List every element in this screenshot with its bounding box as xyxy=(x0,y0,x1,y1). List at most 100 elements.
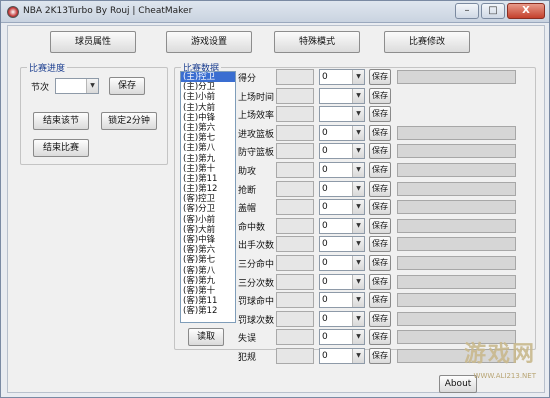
stat-slider[interactable] xyxy=(397,311,516,326)
player-list-item[interactable]: (客)第八 xyxy=(181,266,235,276)
stat-value-select[interactable]: 0 ▼ xyxy=(319,217,365,234)
read-button[interactable]: 读取 xyxy=(188,328,224,346)
stat-value-select[interactable]: 0 ▼ xyxy=(319,348,365,364)
stat-save-button[interactable]: 保存 xyxy=(369,310,391,327)
stat-value-select[interactable]: 0 ▼ xyxy=(319,236,365,253)
stat-slider[interactable] xyxy=(397,125,516,140)
player-list-item[interactable]: (客)大前 xyxy=(181,225,235,235)
player-list-item[interactable]: (客)第12 xyxy=(181,306,235,316)
player-list-item[interactable]: (主)第12 xyxy=(181,184,235,194)
player-list-item[interactable]: (主)分卫 xyxy=(181,82,235,92)
close-button[interactable]: X xyxy=(507,3,545,19)
stat-value-select[interactable]: 0 ▼ xyxy=(319,273,365,290)
stat-slider[interactable] xyxy=(397,218,516,233)
stat-slider[interactable] xyxy=(397,200,516,215)
stat-save-button[interactable]: 保存 xyxy=(369,106,391,123)
stat-save-button[interactable]: 保存 xyxy=(369,236,391,253)
app-logo-icon xyxy=(7,6,19,18)
stat-slider[interactable] xyxy=(397,70,516,84)
player-list[interactable]: (主)控卫 (主)分卫 (主)小前 (主)大前 (主)中锋 (主)第六 (主)第七 (主)第八… xyxy=(180,71,236,323)
stat-save-button[interactable]: 保存 xyxy=(369,180,391,197)
player-list-item[interactable]: (客)第七 xyxy=(181,255,235,265)
stat-save-button[interactable]: 保存 xyxy=(369,199,391,216)
player-list-item[interactable]: (主)第六 xyxy=(181,123,235,133)
stat-value-select[interactable]: 0 ▼ xyxy=(319,180,365,197)
stat-slider[interactable] xyxy=(397,163,516,177)
stat-save-button[interactable]: 保存 xyxy=(369,348,391,364)
tab-game-settings[interactable]: 游戏设置 xyxy=(166,31,252,53)
stat-current-value xyxy=(276,87,314,104)
player-list-item[interactable]: (主)第11 xyxy=(181,174,235,184)
stat-save-button[interactable]: 保存 xyxy=(369,292,391,309)
title-bar[interactable]: NBA 2K13Turbo By Rouj | CheatMaker – □ X xyxy=(1,1,549,23)
stat-row: 上场时间 ▼ 保存 xyxy=(238,87,528,104)
player-list-item[interactable]: (主)第十 xyxy=(181,164,235,174)
stat-save-button[interactable]: 保存 xyxy=(369,69,391,85)
stat-current-value xyxy=(276,292,314,309)
stat-value-select[interactable]: 0 ▼ xyxy=(319,69,365,85)
stat-slider[interactable] xyxy=(397,237,516,252)
stat-value-select[interactable]: 0 ▼ xyxy=(319,124,365,141)
quarter-select[interactable]: ▼ xyxy=(55,78,99,94)
stat-slider[interactable] xyxy=(397,181,516,196)
stat-save-button[interactable]: 保存 xyxy=(369,255,391,271)
player-list-item[interactable]: (主)第七 xyxy=(181,133,235,143)
player-list-item[interactable]: (客)第11 xyxy=(181,296,235,306)
minimize-button[interactable]: – xyxy=(455,3,479,19)
stat-current-value xyxy=(276,180,314,197)
end-quarter-button[interactable]: 结束该节 xyxy=(33,112,89,130)
player-list-item[interactable]: (主)大前 xyxy=(181,103,235,113)
stat-save-button[interactable]: 保存 xyxy=(369,87,391,104)
player-list-item[interactable]: (主)第八 xyxy=(181,143,235,153)
tab-special-modes[interactable]: 特殊模式 xyxy=(274,31,360,53)
stat-label: 罚球命中 xyxy=(238,297,275,308)
stat-label: 进攻篮板 xyxy=(238,129,275,140)
stat-current-value xyxy=(276,124,314,141)
stat-slider[interactable] xyxy=(397,144,516,159)
stat-slider[interactable] xyxy=(397,293,516,308)
player-list-item[interactable]: (主)小前 xyxy=(181,92,235,102)
stat-value-select[interactable]: ▼ xyxy=(319,87,365,104)
player-list-item[interactable]: (主)中锋 xyxy=(181,113,235,123)
stat-value-select[interactable]: 0 ▼ xyxy=(319,310,365,327)
watermark-url: WWW.ALI213.NET xyxy=(473,372,536,380)
player-list-item[interactable]: (客)第六 xyxy=(181,245,235,255)
stat-value-select[interactable]: 0 ▼ xyxy=(319,329,365,346)
end-game-button[interactable]: 结束比赛 xyxy=(33,139,89,157)
player-list-item[interactable]: (客)小前 xyxy=(181,215,235,225)
stat-save-button[interactable]: 保存 xyxy=(369,124,391,141)
stat-save-button[interactable]: 保存 xyxy=(369,143,391,160)
player-list-item[interactable]: (客)中锋 xyxy=(181,235,235,245)
maximize-button[interactable]: □ xyxy=(481,3,505,19)
player-list-item[interactable]: (客)分卫 xyxy=(181,204,235,214)
chevron-down-icon: ▼ xyxy=(352,200,364,215)
stat-slider[interactable] xyxy=(397,256,516,270)
player-list-item[interactable]: (客)第十 xyxy=(181,286,235,296)
tab-player-attributes[interactable]: 球员属性 xyxy=(50,31,136,53)
stat-label: 助攻 xyxy=(238,167,257,177)
stat-save-button[interactable]: 保存 xyxy=(369,273,391,290)
stat-save-button[interactable]: 保存 xyxy=(369,162,391,178)
stat-save-button[interactable]: 保存 xyxy=(369,217,391,234)
player-list-item[interactable]: (主)控卫 xyxy=(181,72,235,83)
stat-value-select[interactable]: 0 ▼ xyxy=(319,162,365,178)
stat-value-select[interactable]: 0 ▼ xyxy=(319,255,365,271)
stat-value-select[interactable]: 0 ▼ xyxy=(319,292,365,309)
stat-label: 盖帽 xyxy=(238,204,257,215)
tab-game-edit[interactable]: 比赛修改 xyxy=(384,31,470,53)
stat-slider[interactable] xyxy=(397,274,516,289)
player-list-item[interactable]: (客)控卫 xyxy=(181,194,235,204)
stat-value-select[interactable]: ▼ xyxy=(319,106,365,123)
stat-current-value xyxy=(276,143,314,160)
chevron-down-icon: ▼ xyxy=(86,79,98,93)
quarter-save-button[interactable]: 保存 xyxy=(109,77,145,95)
lock-2min-button[interactable]: 锁定2分钟 xyxy=(101,112,157,130)
player-list-item[interactable]: (客)第九 xyxy=(181,276,235,286)
stat-label: 罚球次数 xyxy=(238,315,275,326)
stat-save-button[interactable]: 保存 xyxy=(369,329,391,346)
player-list-item[interactable]: (主)第九 xyxy=(181,154,235,164)
chevron-down-icon: ▼ xyxy=(352,125,364,140)
stat-value-select[interactable]: 0 ▼ xyxy=(319,199,365,216)
stat-value-select[interactable]: 0 ▼ xyxy=(319,143,365,160)
app-window: NBA 2K13Turbo By Rouj | CheatMaker – □ X… xyxy=(0,0,550,398)
